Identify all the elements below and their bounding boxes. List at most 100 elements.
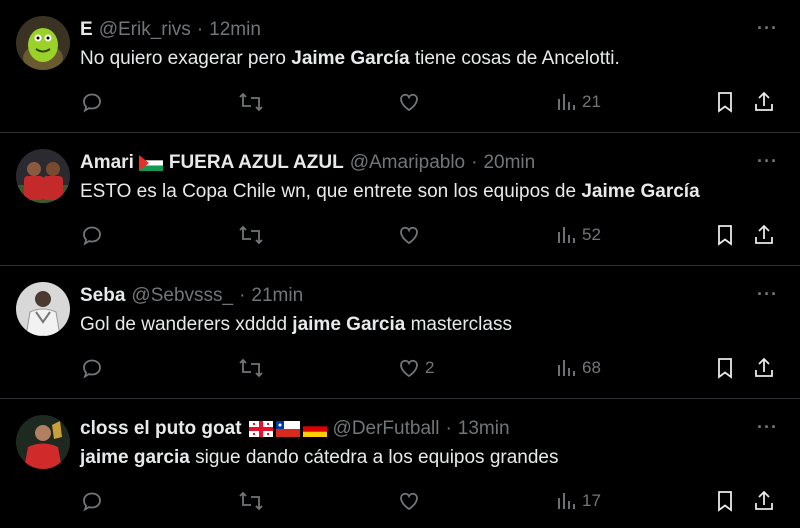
tweet-1[interactable]: E @Erik_rivs · 12min ··· No quiero exage… — [0, 0, 800, 133]
timestamp[interactable]: 20min — [483, 152, 535, 174]
retweet-icon — [239, 225, 263, 245]
bookmark-button[interactable] — [714, 223, 736, 247]
reply-button[interactable] — [80, 356, 104, 380]
text-bold: jaime garcia — [80, 447, 190, 468]
text-part: No quiero exagerar pero — [80, 48, 292, 69]
bookmark-button[interactable] — [714, 489, 736, 513]
user-handle[interactable]: @DerFutball — [333, 418, 440, 440]
views-button[interactable]: 68 — [556, 356, 601, 380]
bookmark-button[interactable] — [714, 90, 736, 114]
like-button[interactable] — [397, 223, 425, 247]
reply-icon — [83, 226, 101, 246]
avatar-2[interactable] — [16, 149, 70, 203]
avatar-3[interactable] — [16, 282, 70, 336]
bookmark-button[interactable] — [714, 356, 736, 380]
tweet-text: Gol de wanderers xdddd jaime Garcia mast… — [80, 314, 512, 336]
views-button[interactable]: 52 — [556, 223, 601, 247]
text-bold: jaime Garcia — [292, 314, 406, 335]
avatar-4[interactable] — [16, 415, 70, 469]
retweet-button[interactable] — [238, 489, 264, 513]
timestamp[interactable]: 12min — [209, 19, 261, 41]
views-icon — [558, 227, 575, 243]
tweet-4[interactable]: closs el puto goat @DerFutball · 13min ·… — [0, 399, 800, 528]
share-icon — [755, 357, 773, 377]
share-icon — [755, 490, 773, 510]
display-name-suffix[interactable]: FUERA AZUL AZUL — [169, 152, 344, 174]
more-icon[interactable]: ··· — [757, 151, 778, 172]
avatar-3-image — [16, 282, 70, 336]
retweet-icon — [239, 491, 263, 511]
like-button[interactable] — [397, 489, 425, 513]
user-handle[interactable]: @Sebvsss_ — [131, 285, 233, 307]
text-part: ESTO es la Copa Chile wn, que entrete so… — [80, 181, 582, 202]
retweet-button[interactable] — [238, 90, 264, 114]
more-icon[interactable]: ··· — [757, 18, 778, 39]
avatar-2-image — [16, 149, 70, 203]
action-bar: 2 68 — [80, 356, 780, 382]
palestine-flag-icon — [138, 155, 163, 171]
user-handle[interactable]: @Amaripablo — [350, 152, 465, 174]
tweet-text: ESTO es la Copa Chile wn, que entrete so… — [80, 181, 700, 203]
retweet-button[interactable] — [238, 356, 264, 380]
reply-icon — [83, 492, 101, 512]
avatar-4-image — [16, 415, 70, 469]
timestamp[interactable]: 21min — [251, 285, 303, 307]
views-icon — [558, 360, 575, 376]
display-name[interactable]: Seba — [80, 285, 125, 307]
tweet-text: jaime garcia sigue dando cátedra a los e… — [80, 447, 559, 469]
text-bold: Jaime García — [581, 181, 700, 202]
share-button[interactable] — [752, 90, 776, 114]
chile-flag-icon — [275, 421, 300, 437]
views-count: 21 — [582, 92, 601, 111]
like-icon — [400, 226, 418, 245]
tweet-2[interactable]: Amari FUERA AZUL AZUL @Amaripablo · 20mi… — [0, 133, 800, 266]
share-icon — [755, 91, 773, 111]
views-count: 68 — [582, 358, 601, 377]
reply-button[interactable] — [80, 489, 104, 513]
tweet-3[interactable]: Seba @Sebvsss_ · 21min ··· Gol de wander… — [0, 266, 800, 399]
views-button[interactable]: 21 — [556, 90, 601, 114]
reply-button[interactable] — [80, 90, 104, 114]
views-count: 17 — [582, 491, 601, 510]
views-count: 52 — [582, 225, 601, 244]
share-button[interactable] — [752, 223, 776, 247]
more-icon[interactable]: ··· — [757, 284, 778, 305]
display-name[interactable]: Amari — [80, 152, 134, 174]
action-bar: 52 — [80, 223, 780, 249]
text-part: sigue dando cátedra a los equipos grande… — [189, 447, 559, 468]
text-part: tiene cosas de Ancelotti. — [409, 48, 620, 69]
share-icon — [755, 224, 773, 244]
views-button[interactable]: 17 — [556, 489, 601, 513]
avatar-1-image — [16, 16, 70, 70]
action-bar: 21 — [80, 90, 780, 116]
separator-dot: · — [196, 19, 204, 40]
share-button[interactable] — [752, 489, 776, 513]
bookmark-icon — [718, 92, 732, 113]
tweet-text: No quiero exagerar pero Jaime García tie… — [80, 48, 620, 70]
text-part: Gol de wanderers xdddd — [80, 314, 293, 335]
timestamp[interactable]: 13min — [458, 418, 510, 440]
display-name[interactable]: E — [80, 19, 93, 41]
like-count: 2 — [425, 358, 435, 377]
reply-button[interactable] — [80, 223, 104, 247]
reply-icon — [83, 359, 101, 379]
text-part: masterclass — [405, 314, 512, 335]
share-button[interactable] — [752, 356, 776, 380]
like-button[interactable]: 2 — [397, 356, 434, 380]
like-icon — [400, 492, 418, 511]
avatar-1[interactable] — [16, 16, 70, 70]
action-bar: 17 — [80, 489, 780, 515]
views-icon — [558, 493, 575, 509]
germany-flag-icon — [302, 421, 327, 437]
user-handle[interactable]: @Erik_rivs — [99, 19, 191, 41]
bookmark-icon — [718, 491, 732, 512]
bookmark-icon — [718, 225, 732, 246]
more-icon[interactable]: ··· — [757, 417, 778, 438]
views-icon — [558, 94, 575, 110]
display-name[interactable]: closs el puto goat — [80, 418, 242, 440]
separator-dot: · — [239, 285, 246, 306]
bookmark-icon — [718, 358, 732, 379]
retweet-button[interactable] — [238, 223, 264, 247]
like-button[interactable] — [397, 90, 425, 114]
georgia-flag-icon — [248, 421, 273, 437]
